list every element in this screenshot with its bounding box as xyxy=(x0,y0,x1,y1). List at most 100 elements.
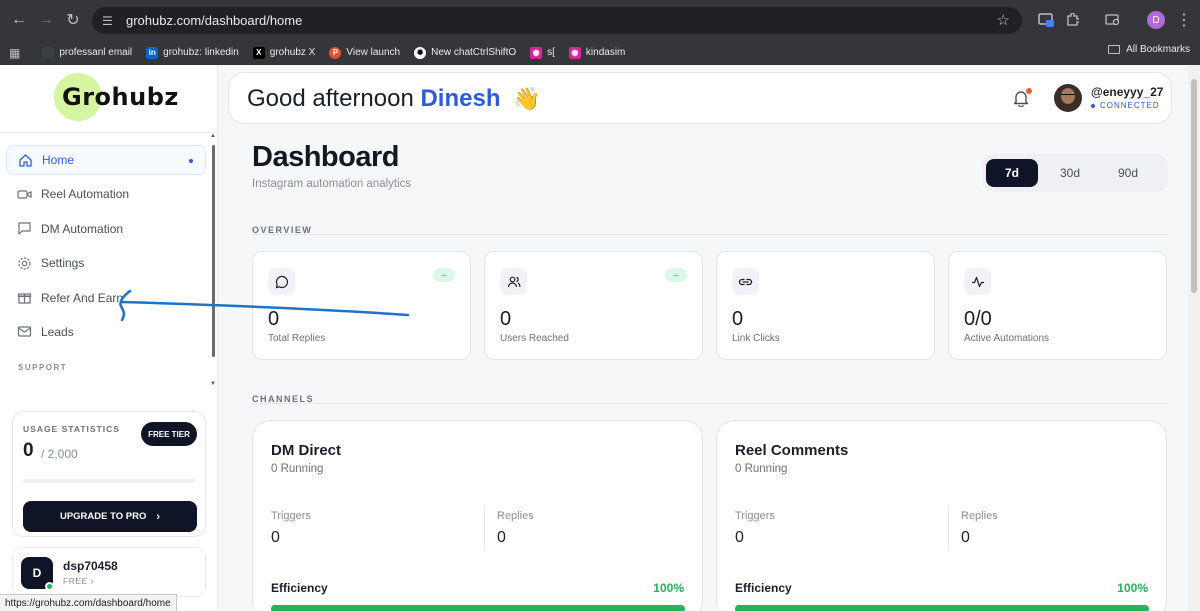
upgrade-label: UPGRADE TO PRO xyxy=(59,511,147,522)
triggers-label: Triggers xyxy=(271,510,311,522)
bookmark-item[interactable]: ✹ New chatCtrlShiftO xyxy=(414,46,516,59)
time-range-selector: 7d 30d 90d xyxy=(982,154,1168,192)
efficiency-label: Efficiency xyxy=(735,581,792,595)
address-bar[interactable]: ☰ grohubz.com/dashboard/home ☆ xyxy=(92,7,1022,34)
message-icon xyxy=(16,221,32,237)
menu-icon[interactable]: ⋮ xyxy=(1174,10,1194,30)
sidebar-item-reel-automation[interactable]: Reel Automation xyxy=(6,179,206,209)
avatar-glasses xyxy=(1061,94,1075,97)
stat-value: 0 xyxy=(500,308,512,330)
user-plan: FREE › xyxy=(63,576,94,586)
usage-limit: / 2,000 xyxy=(41,447,78,461)
scroll-down-arrow[interactable]: ▼ xyxy=(210,381,216,387)
stat-label: Active Automations xyxy=(964,333,1050,344)
chatgpt-icon: ✹ xyxy=(414,46,427,59)
reload-button[interactable]: ↻ xyxy=(60,7,86,33)
mail-icon xyxy=(16,324,32,340)
back-button[interactable]: ← xyxy=(6,7,32,33)
tab-search-icon[interactable] xyxy=(1103,10,1123,30)
replies-label: Replies xyxy=(497,510,534,522)
sidebar-item-dm-automation[interactable]: DM Automation xyxy=(6,214,206,244)
account-avatar[interactable] xyxy=(1054,84,1082,112)
channel-title: DM Direct xyxy=(271,442,342,459)
top-header: Good afternoon Dinesh 👋 @eneyyy_27 CONNE… xyxy=(228,72,1172,124)
bookmark-star-icon[interactable]: ☆ xyxy=(997,11,1010,29)
address-url[interactable]: grohubz.com/dashboard/home xyxy=(126,13,302,28)
greeting-name: Dinesh xyxy=(420,85,501,112)
greeting-text: Good afternoon xyxy=(247,85,414,112)
efficiency-value: 100% xyxy=(653,581,684,595)
annotation-arrow xyxy=(119,289,410,322)
bookmarks-bar: ▦ professanl email in grohubz: linkedin X… xyxy=(0,40,1200,65)
usage-title: USAGE STATISTICS xyxy=(23,424,120,434)
video-icon xyxy=(16,186,32,202)
extensions-icon[interactable] xyxy=(1062,10,1082,30)
efficiency-bar xyxy=(735,605,1149,611)
stat-label: Total Replies xyxy=(268,333,326,344)
scroll-up-arrow[interactable]: ▲ xyxy=(210,133,216,139)
cast-icon[interactable] xyxy=(1036,10,1056,30)
stat-card: 0 Link Clicks xyxy=(716,251,935,360)
home-icon xyxy=(17,152,33,168)
gift-icon xyxy=(16,290,32,306)
efficiency-label: Efficiency xyxy=(271,581,328,595)
forward-button[interactable]: → xyxy=(33,7,59,33)
producthunt-icon: P xyxy=(329,46,342,59)
range-7d-button[interactable]: 7d xyxy=(986,159,1038,187)
sidebar-scrollbar[interactable] xyxy=(212,145,215,357)
online-indicator xyxy=(45,582,54,591)
chevron-right-icon: › xyxy=(156,510,161,523)
page-scrollbar-thumb[interactable] xyxy=(1191,79,1197,293)
browser-chrome: ← → ↻ ☰ grohubz.com/dashboard/home ☆ D ⋮… xyxy=(0,0,1200,65)
sidebar-item-settings[interactable]: Settings xyxy=(6,248,206,278)
user-card[interactable]: D dsp70458 FREE › xyxy=(12,547,206,597)
divider xyxy=(252,234,1168,235)
page-title: Dashboard xyxy=(252,141,399,173)
activity-icon xyxy=(964,268,991,295)
upgrade-button[interactable]: UPGRADE TO PRO › xyxy=(23,501,197,532)
range-90d-button[interactable]: 90d xyxy=(1102,159,1154,187)
status-dot xyxy=(1091,103,1095,108)
wave-emoji: 👋 xyxy=(513,86,541,111)
triggers-value: 0 xyxy=(271,529,280,546)
tier-badge: FREE TIER xyxy=(141,422,197,446)
bookmark-item[interactable]: Xgrohubz X xyxy=(252,46,315,59)
bookmark-item[interactable]: ◉ s[ xyxy=(530,46,555,59)
channel-card-dm-direct[interactable]: DM Direct 0 Running Triggers 0 Replies 0… xyxy=(252,420,703,611)
channel-running: 0 Running xyxy=(271,463,324,475)
all-bookmarks[interactable]: All Bookmarks xyxy=(1108,44,1190,55)
x-icon: X xyxy=(252,46,265,59)
range-30d-button[interactable]: 30d xyxy=(1044,159,1096,187)
link-icon xyxy=(732,268,759,295)
profile-avatar[interactable]: D xyxy=(1147,11,1165,29)
apps-grid-icon[interactable]: ▦ xyxy=(9,46,20,60)
logo-text: Grohubz xyxy=(62,83,179,111)
greeting: Good afternoon Dinesh 👋 xyxy=(247,85,541,113)
trend-badge: – xyxy=(665,268,687,282)
linkedin-icon: in xyxy=(146,46,159,59)
connection-status: CONNECTED xyxy=(1091,101,1160,110)
sidebar-item-home[interactable]: Home xyxy=(6,145,206,175)
channel-running: 0 Running xyxy=(735,463,788,475)
gear-icon xyxy=(16,255,32,271)
replies-value: 0 xyxy=(497,529,506,546)
page: Grohubz Home Reel Automation DM Automati… xyxy=(0,65,1200,611)
support-heading: SUPPORT xyxy=(18,363,68,372)
logo[interactable]: Grohubz xyxy=(0,65,218,133)
site-info-icon[interactable]: ☰ xyxy=(102,14,116,28)
channel-card-reel-comments[interactable]: Reel Comments 0 Running Triggers 0 Repli… xyxy=(716,420,1167,611)
bookmark-item[interactable]: professanl email xyxy=(42,46,132,59)
account-handle[interactable]: @eneyyy_27 xyxy=(1091,85,1163,99)
replies-label: Replies xyxy=(961,510,998,522)
stat-label: Users Reached xyxy=(500,333,569,344)
channel-title: Reel Comments xyxy=(735,442,849,459)
bookmark-item[interactable]: in grohubz: linkedin xyxy=(146,46,239,59)
bookmark-item[interactable]: ◉ kindasim xyxy=(568,46,625,59)
instagram-icon: ◉ xyxy=(568,46,581,59)
trend-badge: – xyxy=(433,268,455,282)
bookmark-item[interactable]: P View launch xyxy=(329,46,400,59)
metric-divider xyxy=(948,505,949,551)
notification-dot xyxy=(1026,88,1032,94)
efficiency-value: 100% xyxy=(1117,581,1148,595)
sidebar-item-label: Reel Automation xyxy=(41,187,130,202)
